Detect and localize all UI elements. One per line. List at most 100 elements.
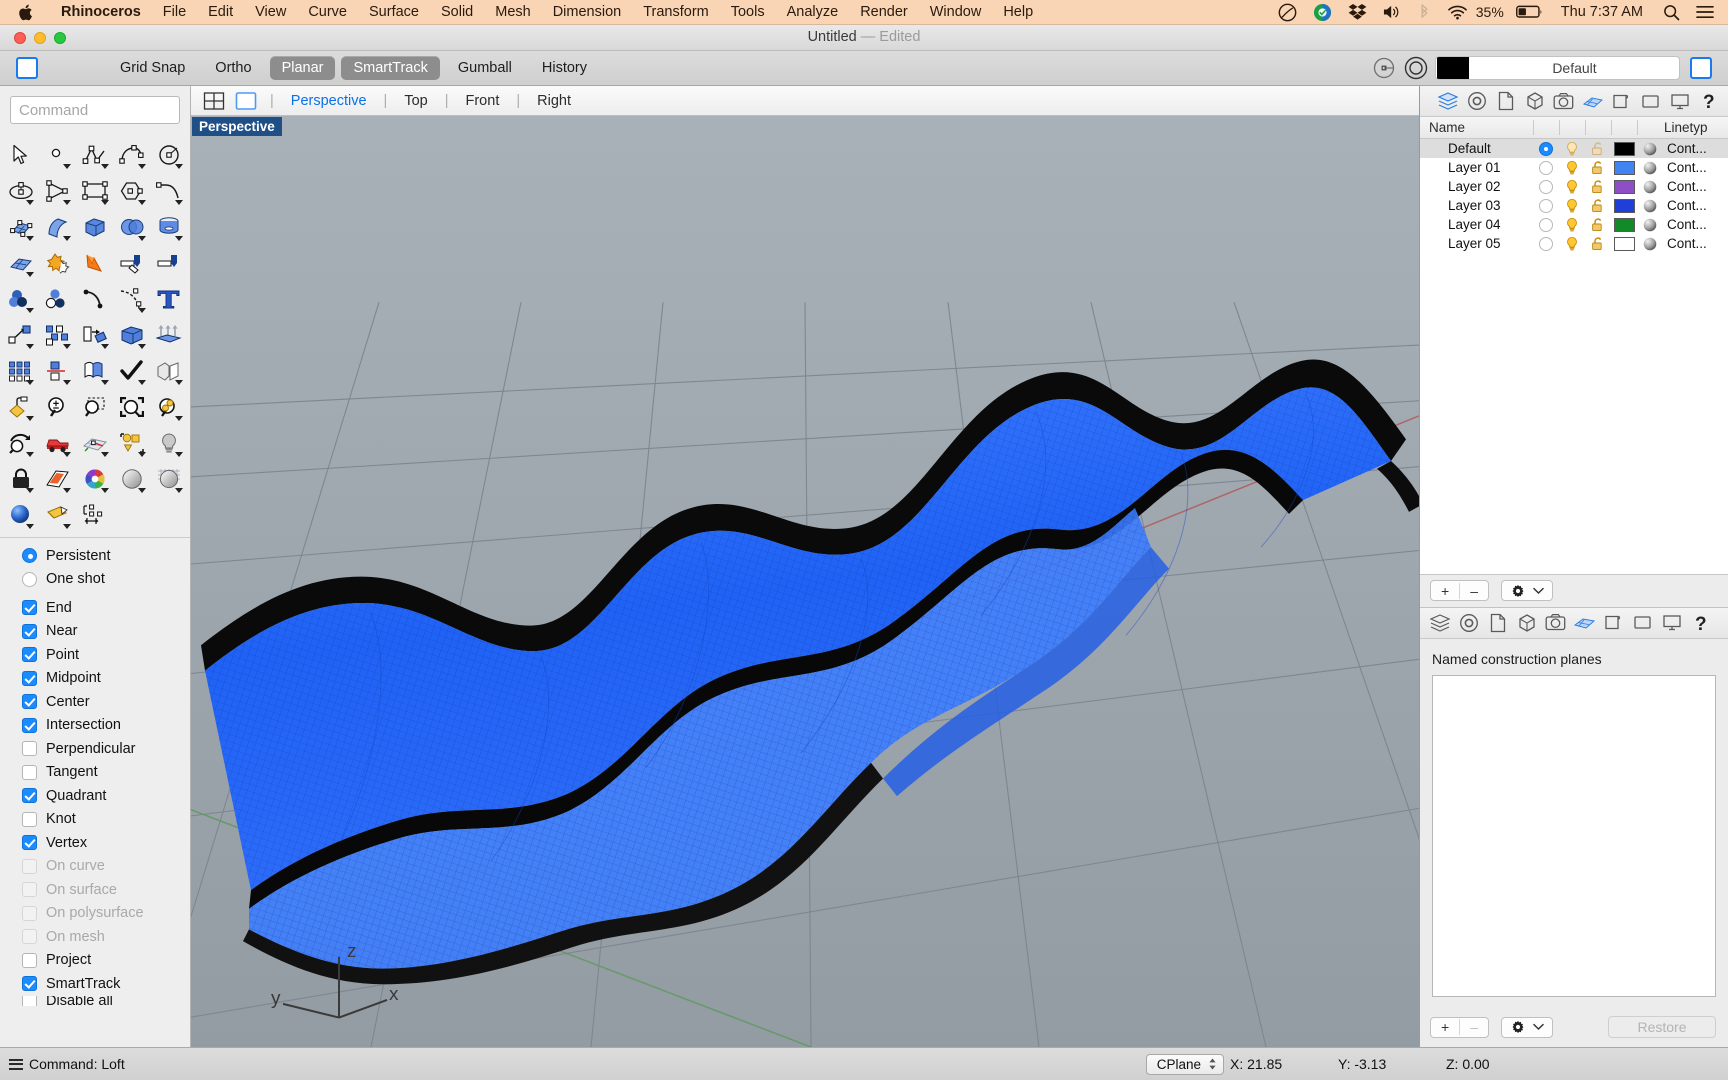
layer-visibility-toggle[interactable] bbox=[1559, 217, 1585, 233]
color-chip[interactable] bbox=[1613, 198, 1635, 213]
object-icon[interactable] bbox=[1521, 88, 1548, 114]
menu-item-window[interactable]: Window bbox=[919, 4, 993, 20]
current-layer-color-swatch[interactable] bbox=[1437, 57, 1469, 79]
hamburger-icon[interactable] bbox=[9, 1058, 23, 1070]
radio-current-layer[interactable] bbox=[1539, 141, 1553, 156]
chevron-down-icon[interactable] bbox=[26, 452, 35, 457]
layer-current-toggle[interactable] bbox=[1533, 179, 1559, 194]
chevron-down-icon[interactable] bbox=[26, 416, 35, 421]
tool-offset-surface[interactable] bbox=[114, 246, 151, 279]
layer-material-icon[interactable] bbox=[1637, 236, 1663, 252]
chevron-down-icon[interactable] bbox=[175, 380, 183, 385]
layer-linetype[interactable]: Cont... bbox=[1663, 160, 1707, 175]
radio-current-layer[interactable] bbox=[1539, 179, 1553, 194]
layer-color-swatch[interactable] bbox=[1611, 198, 1637, 213]
osnap-point[interactable]: Point bbox=[22, 643, 190, 667]
layer-material-icon[interactable] bbox=[1637, 141, 1663, 157]
chevron-down-icon[interactable] bbox=[63, 524, 72, 529]
chevron-down-icon[interactable] bbox=[175, 488, 183, 493]
toggle-grid-snap[interactable]: Grid Snap bbox=[108, 56, 197, 80]
camera-icon[interactable] bbox=[1542, 610, 1569, 636]
wifi-icon[interactable] bbox=[1439, 4, 1476, 20]
tool-zoom-in-out[interactable] bbox=[39, 390, 76, 423]
bluetooth-icon[interactable] bbox=[1410, 3, 1439, 21]
page-icon[interactable] bbox=[1484, 610, 1511, 636]
checkbox-smarttrack[interactable] bbox=[22, 976, 37, 992]
viewport-tab-front[interactable]: Front bbox=[452, 93, 514, 109]
left-sidebar-toggle[interactable] bbox=[16, 57, 38, 79]
tool-cylinder-pipe[interactable] bbox=[151, 210, 188, 243]
layer-lock-toggle[interactable] bbox=[1585, 236, 1611, 252]
apple-menu-icon[interactable] bbox=[18, 4, 33, 21]
table-row[interactable]: Layer 01 Cont... bbox=[1420, 158, 1728, 177]
right-sidebar-toggle[interactable] bbox=[1690, 57, 1712, 79]
layer-color-swatch[interactable] bbox=[1611, 179, 1637, 194]
tool-move-object[interactable] bbox=[2, 318, 39, 351]
layers-icon[interactable] bbox=[1434, 88, 1461, 114]
add-layer-button[interactable]: + bbox=[1431, 583, 1459, 599]
tool-light-bulb[interactable] bbox=[151, 426, 188, 459]
layer-name[interactable]: Default bbox=[1420, 141, 1533, 156]
checkbox-center[interactable] bbox=[22, 694, 37, 710]
tool-curve-tools[interactable] bbox=[76, 282, 113, 315]
checkbox-perpendicular[interactable] bbox=[22, 741, 37, 757]
osnap-vertex[interactable]: Vertex bbox=[22, 831, 190, 855]
tool-offset-surface-2[interactable] bbox=[151, 246, 188, 279]
tool-text[interactable] bbox=[151, 282, 188, 315]
chevron-down-icon[interactable] bbox=[63, 488, 72, 493]
osnap-end[interactable]: End bbox=[22, 596, 190, 620]
layer-material-icon[interactable] bbox=[1637, 179, 1663, 195]
toggle-gumball[interactable]: Gumball bbox=[446, 56, 524, 80]
layer-color-swatch[interactable] bbox=[1611, 217, 1637, 232]
add-cplane-button[interactable]: + bbox=[1431, 1019, 1459, 1035]
layer-lock-toggle[interactable] bbox=[1585, 198, 1611, 214]
layer-options-button[interactable] bbox=[1500, 580, 1553, 601]
chevron-down-icon[interactable] bbox=[137, 308, 146, 313]
layer-linetype[interactable]: Cont... bbox=[1663, 217, 1707, 232]
radio-one-shot[interactable] bbox=[22, 571, 37, 587]
viewport-tab-perspective[interactable]: Perspective bbox=[277, 93, 381, 109]
help-icon[interactable]: ? bbox=[1695, 88, 1722, 114]
tool-array-grid[interactable] bbox=[2, 354, 39, 387]
checkbox-knot[interactable] bbox=[22, 811, 37, 827]
tool-paint-bucket[interactable] bbox=[2, 390, 39, 423]
restore-cplane-button[interactable]: Restore bbox=[1608, 1016, 1716, 1038]
tool-select-objects[interactable] bbox=[114, 426, 151, 459]
view-rect-icon[interactable] bbox=[1637, 88, 1664, 114]
chevron-down-icon[interactable] bbox=[26, 272, 35, 277]
gear-icon[interactable] bbox=[1502, 1020, 1531, 1034]
chevron-down-icon[interactable] bbox=[26, 380, 35, 385]
chevron-down-icon[interactable] bbox=[63, 344, 72, 349]
tool-split-object[interactable] bbox=[151, 354, 188, 387]
menu-item-curve[interactable]: Curve bbox=[297, 4, 358, 20]
cplane-selector[interactable]: CPlane bbox=[1145, 1053, 1224, 1075]
toggle-ortho[interactable]: Ortho bbox=[203, 56, 263, 80]
osnap-midpoint[interactable]: Midpoint bbox=[22, 667, 190, 691]
chevron-down-icon[interactable] bbox=[100, 200, 109, 205]
layer-color-swatch[interactable] bbox=[1611, 141, 1637, 156]
tool-boolean-union[interactable] bbox=[39, 246, 76, 279]
menu-item-rhinoceros[interactable]: Rhinoceros bbox=[50, 4, 152, 20]
chevron-down-icon[interactable] bbox=[26, 344, 35, 349]
single-view-layout-icon[interactable] bbox=[235, 90, 257, 112]
layer-current-toggle[interactable] bbox=[1533, 160, 1559, 175]
layer-name[interactable]: Layer 04 bbox=[1420, 217, 1533, 232]
properties-icon[interactable] bbox=[1463, 88, 1490, 114]
color-chip[interactable] bbox=[1613, 217, 1635, 232]
checkbox-tangent[interactable] bbox=[22, 764, 37, 780]
table-row[interactable]: Layer 03 Cont... bbox=[1420, 196, 1728, 215]
menu-item-help[interactable]: Help bbox=[992, 4, 1044, 20]
table-row[interactable]: Layer 04 Cont... bbox=[1420, 215, 1728, 234]
menu-item-render[interactable]: Render bbox=[849, 4, 919, 20]
tool-curve-fillet[interactable] bbox=[151, 174, 188, 207]
tool-boolean-difference[interactable] bbox=[39, 282, 76, 315]
tool-zoom-window[interactable] bbox=[76, 390, 113, 423]
chevron-down-icon[interactable] bbox=[1531, 587, 1552, 595]
grasshopper-icon[interactable] bbox=[1305, 3, 1340, 22]
layer-linetype[interactable]: Cont... bbox=[1663, 198, 1707, 213]
chevron-down-icon[interactable] bbox=[100, 344, 109, 349]
battery-icon[interactable] bbox=[1508, 5, 1551, 19]
tool-box-solid[interactable] bbox=[76, 210, 113, 243]
cplane-options-button[interactable] bbox=[1500, 1016, 1553, 1038]
chevron-down-icon[interactable] bbox=[137, 488, 146, 493]
